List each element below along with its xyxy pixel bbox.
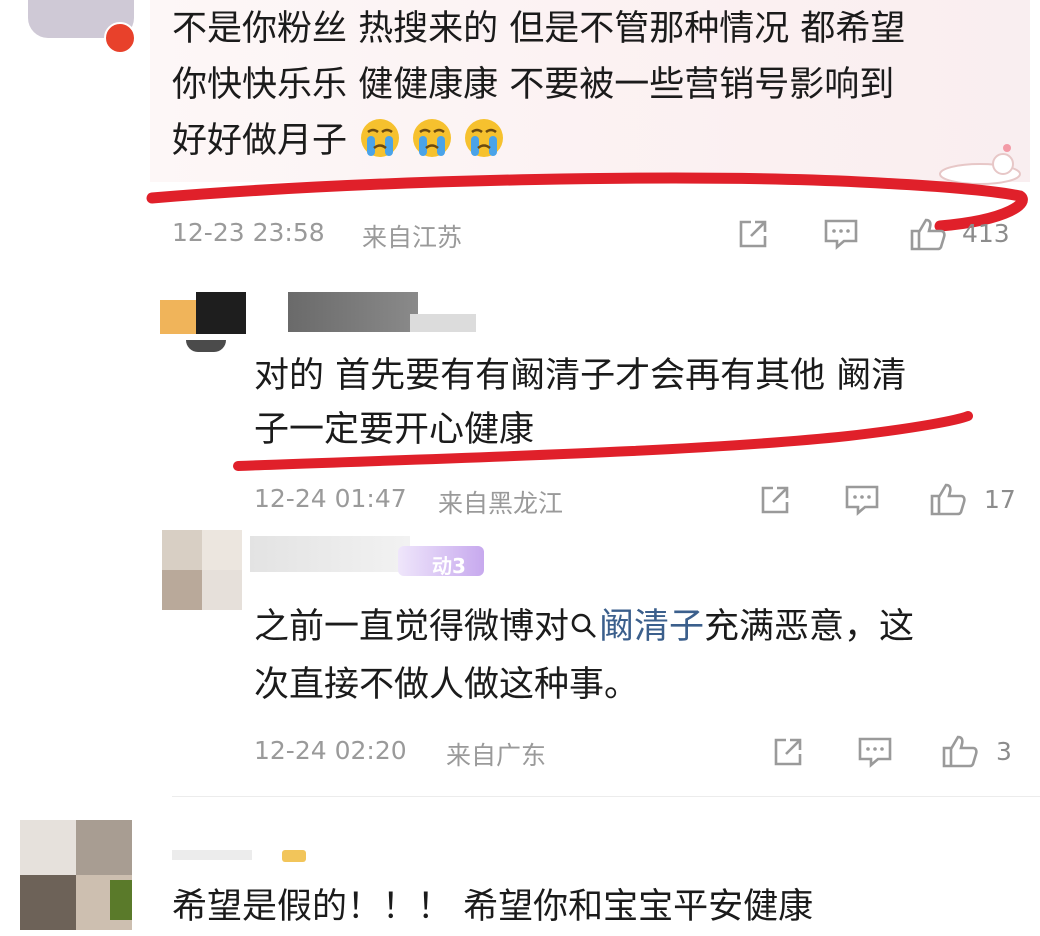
comment-2-time: 12-24 01:47 bbox=[254, 484, 407, 513]
username-blurred bbox=[282, 850, 306, 862]
topic-link[interactable]: 阚清子 bbox=[569, 607, 704, 647]
comment-1-line-3-text: 好好做月子 bbox=[172, 121, 348, 161]
comment-3-location: 来自广东 bbox=[446, 741, 547, 770]
comment-3-like-count: 3 bbox=[996, 737, 1012, 766]
reply-icon[interactable] bbox=[843, 482, 881, 518]
comment-1-location: 来自江苏 bbox=[362, 223, 463, 252]
comment-3-line-1: 之前一直觉得微博对 阚清子充满恶意，这 bbox=[254, 598, 914, 656]
share-icon[interactable] bbox=[735, 216, 771, 252]
comment-3-line-2: 次直接不做人做这种事。 bbox=[254, 665, 640, 705]
like-icon[interactable] bbox=[928, 480, 968, 518]
comment-2-line-1: 对的 首先要有有阚清子才会再有其他 阚清 bbox=[254, 356, 907, 396]
username-blurred bbox=[410, 314, 476, 332]
comment-4-line-1: 希望是假的！！！ 希望你和宝宝平安健康 bbox=[172, 887, 814, 927]
share-icon[interactable] bbox=[770, 734, 806, 770]
comment-1-line-1: 不是你粉丝 热搜来的 但是不管那种情况 都希望 bbox=[172, 9, 906, 49]
comment-1-time: 12-23 23:58 bbox=[172, 218, 325, 247]
comment-3-text-after: 充满恶意，这 bbox=[704, 607, 915, 647]
crying-face-icon bbox=[410, 116, 454, 160]
crying-face-icon bbox=[358, 116, 402, 160]
username-blurred bbox=[172, 850, 252, 860]
crying-face-icon bbox=[462, 116, 506, 160]
share-icon[interactable] bbox=[757, 482, 793, 518]
comment-2-location: 来自黑龙江 bbox=[438, 489, 564, 518]
comment-2-like-count: 17 bbox=[984, 485, 1016, 514]
username-blurred bbox=[288, 292, 418, 332]
comment-1-line-3: 好好做月子 bbox=[172, 112, 514, 170]
search-icon bbox=[569, 601, 599, 638]
like-icon[interactable] bbox=[940, 732, 980, 770]
avatar-ring bbox=[186, 340, 226, 352]
reply-icon[interactable] bbox=[856, 734, 894, 770]
reply-icon[interactable] bbox=[822, 216, 860, 252]
fan-badge-label: 动3 bbox=[432, 554, 466, 578]
avatar[interactable] bbox=[162, 530, 242, 610]
comment-3-text-before: 之前一直觉得微博对 bbox=[254, 607, 570, 647]
avatar[interactable] bbox=[160, 292, 246, 334]
like-icon[interactable] bbox=[908, 216, 948, 252]
comment-1-line-2: 你快快乐乐 健健康康 不要被一些营销号影响到 bbox=[172, 65, 895, 105]
topic-link-label: 阚清子 bbox=[599, 607, 705, 647]
comment-divider bbox=[172, 796, 1040, 797]
red-underline-marker bbox=[233, 411, 973, 471]
verified-badge-icon bbox=[104, 22, 136, 54]
username-blurred bbox=[250, 536, 410, 572]
comment-3-time: 12-24 02:20 bbox=[254, 736, 407, 765]
comment-1-like-count: 413 bbox=[962, 219, 1010, 248]
avatar[interactable] bbox=[20, 820, 132, 930]
